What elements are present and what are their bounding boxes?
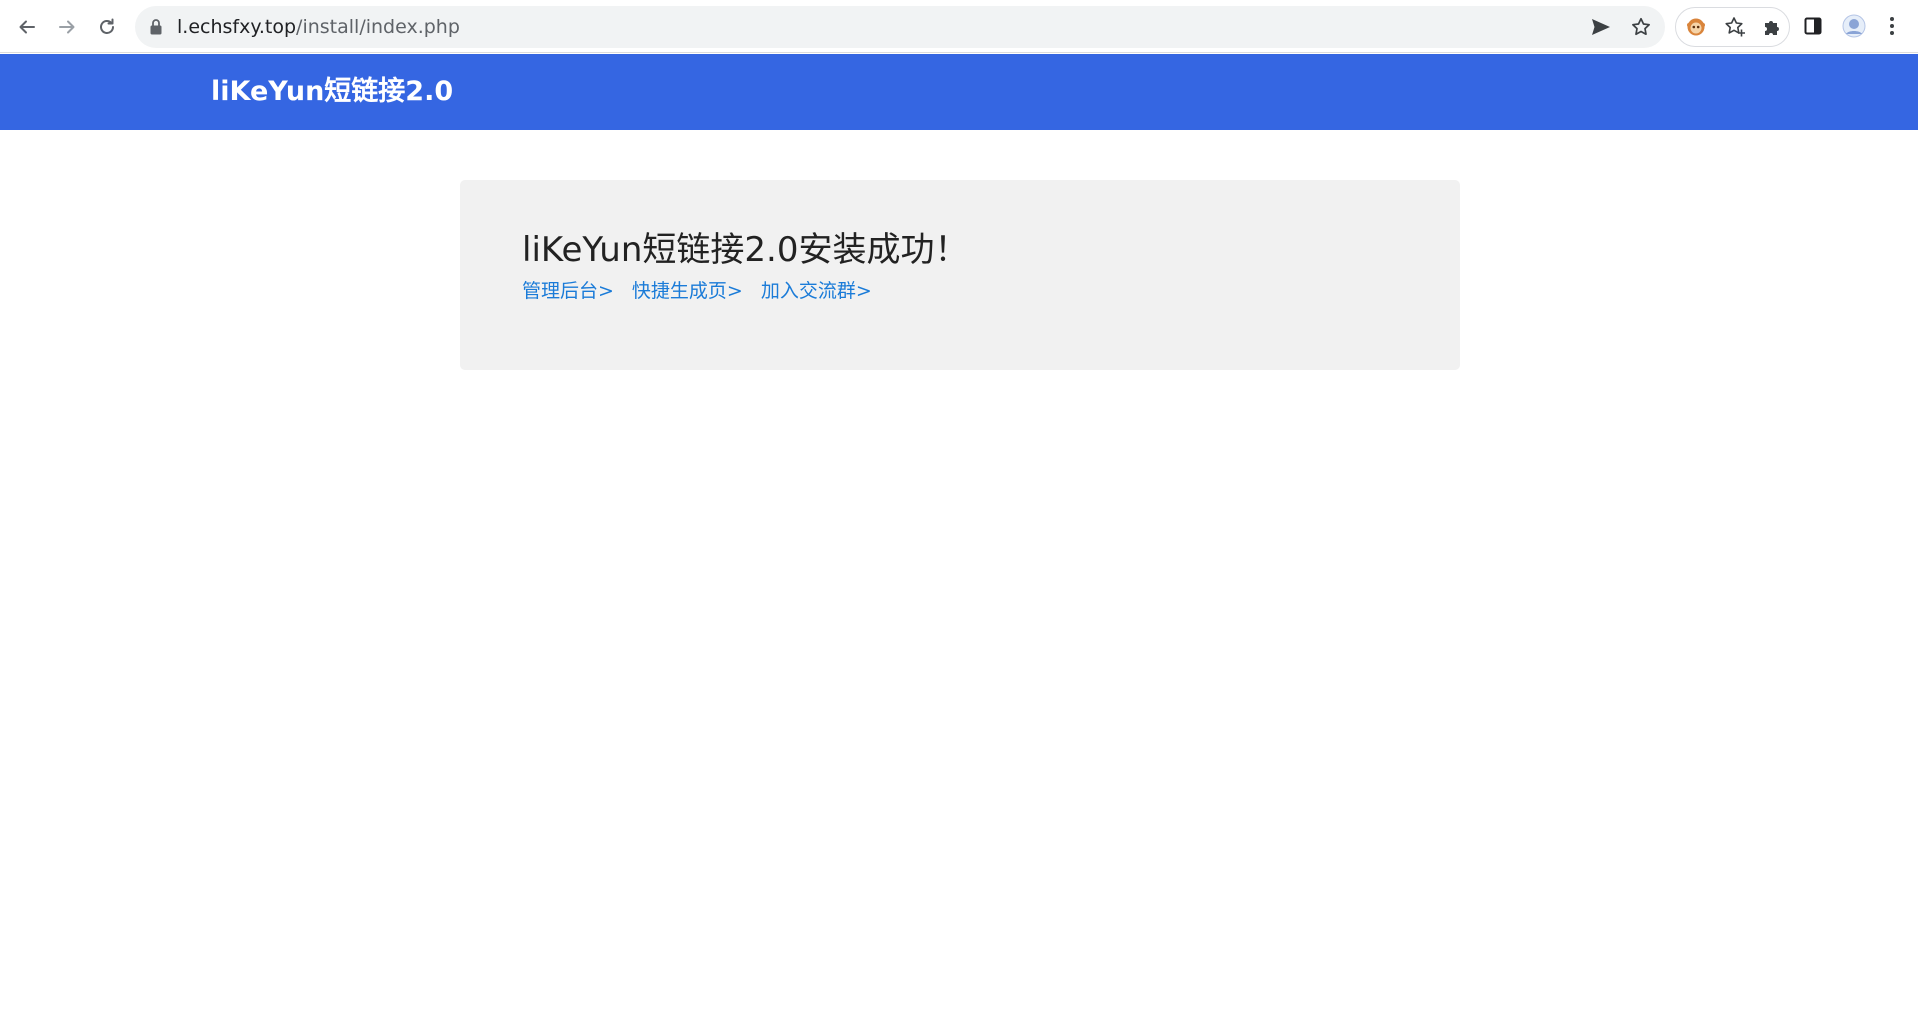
extension-group xyxy=(1675,7,1790,47)
back-arrow-icon xyxy=(19,20,35,34)
quick-generate-link[interactable]: 快捷生成页> xyxy=(632,280,743,302)
side-panel-icon[interactable] xyxy=(1798,11,1828,41)
forward-arrow-icon xyxy=(59,20,75,34)
address-bar[interactable]: l.echsfxy.top/install/index.php xyxy=(135,6,1665,48)
bookmark-manager-icon[interactable] xyxy=(1720,12,1750,42)
browser-toolbar: l.echsfxy.top/install/index.php xyxy=(0,0,1918,53)
kebab-menu-icon[interactable] xyxy=(1877,11,1907,41)
send-tab-icon[interactable] xyxy=(1588,14,1614,40)
url-host: l.echsfxy.top xyxy=(177,16,297,38)
brand-logo-link[interactable]: liKeYun短链接2.0 xyxy=(211,54,453,130)
bookmark-star-icon[interactable] xyxy=(1628,14,1654,40)
url-text[interactable]: l.echsfxy.top/install/index.php xyxy=(177,6,460,48)
lock-icon[interactable] xyxy=(149,18,163,40)
admin-panel-link[interactable]: 管理后台> xyxy=(522,280,614,302)
reload-icon xyxy=(100,18,114,34)
tampermonkey-extension-icon[interactable] xyxy=(1681,12,1711,42)
url-path: /install/index.php xyxy=(296,16,460,38)
action-links: 管理后台> 快捷生成页> 加入交流群> xyxy=(522,276,890,303)
reload-button[interactable] xyxy=(90,10,124,44)
extensions-puzzle-icon[interactable] xyxy=(1757,12,1787,42)
success-panel: liKeYun短链接2.0安装成功！ 管理后台> 快捷生成页> 加入交流群> xyxy=(460,180,1460,370)
site-header: liKeYun短链接2.0 xyxy=(0,54,1918,130)
page-title: liKeYun短链接2.0安装成功！ xyxy=(522,230,969,270)
forward-button[interactable] xyxy=(50,10,84,44)
back-button[interactable] xyxy=(10,10,44,44)
profile-avatar-icon[interactable] xyxy=(1839,11,1869,41)
join-group-link[interactable]: 加入交流群> xyxy=(761,280,872,302)
